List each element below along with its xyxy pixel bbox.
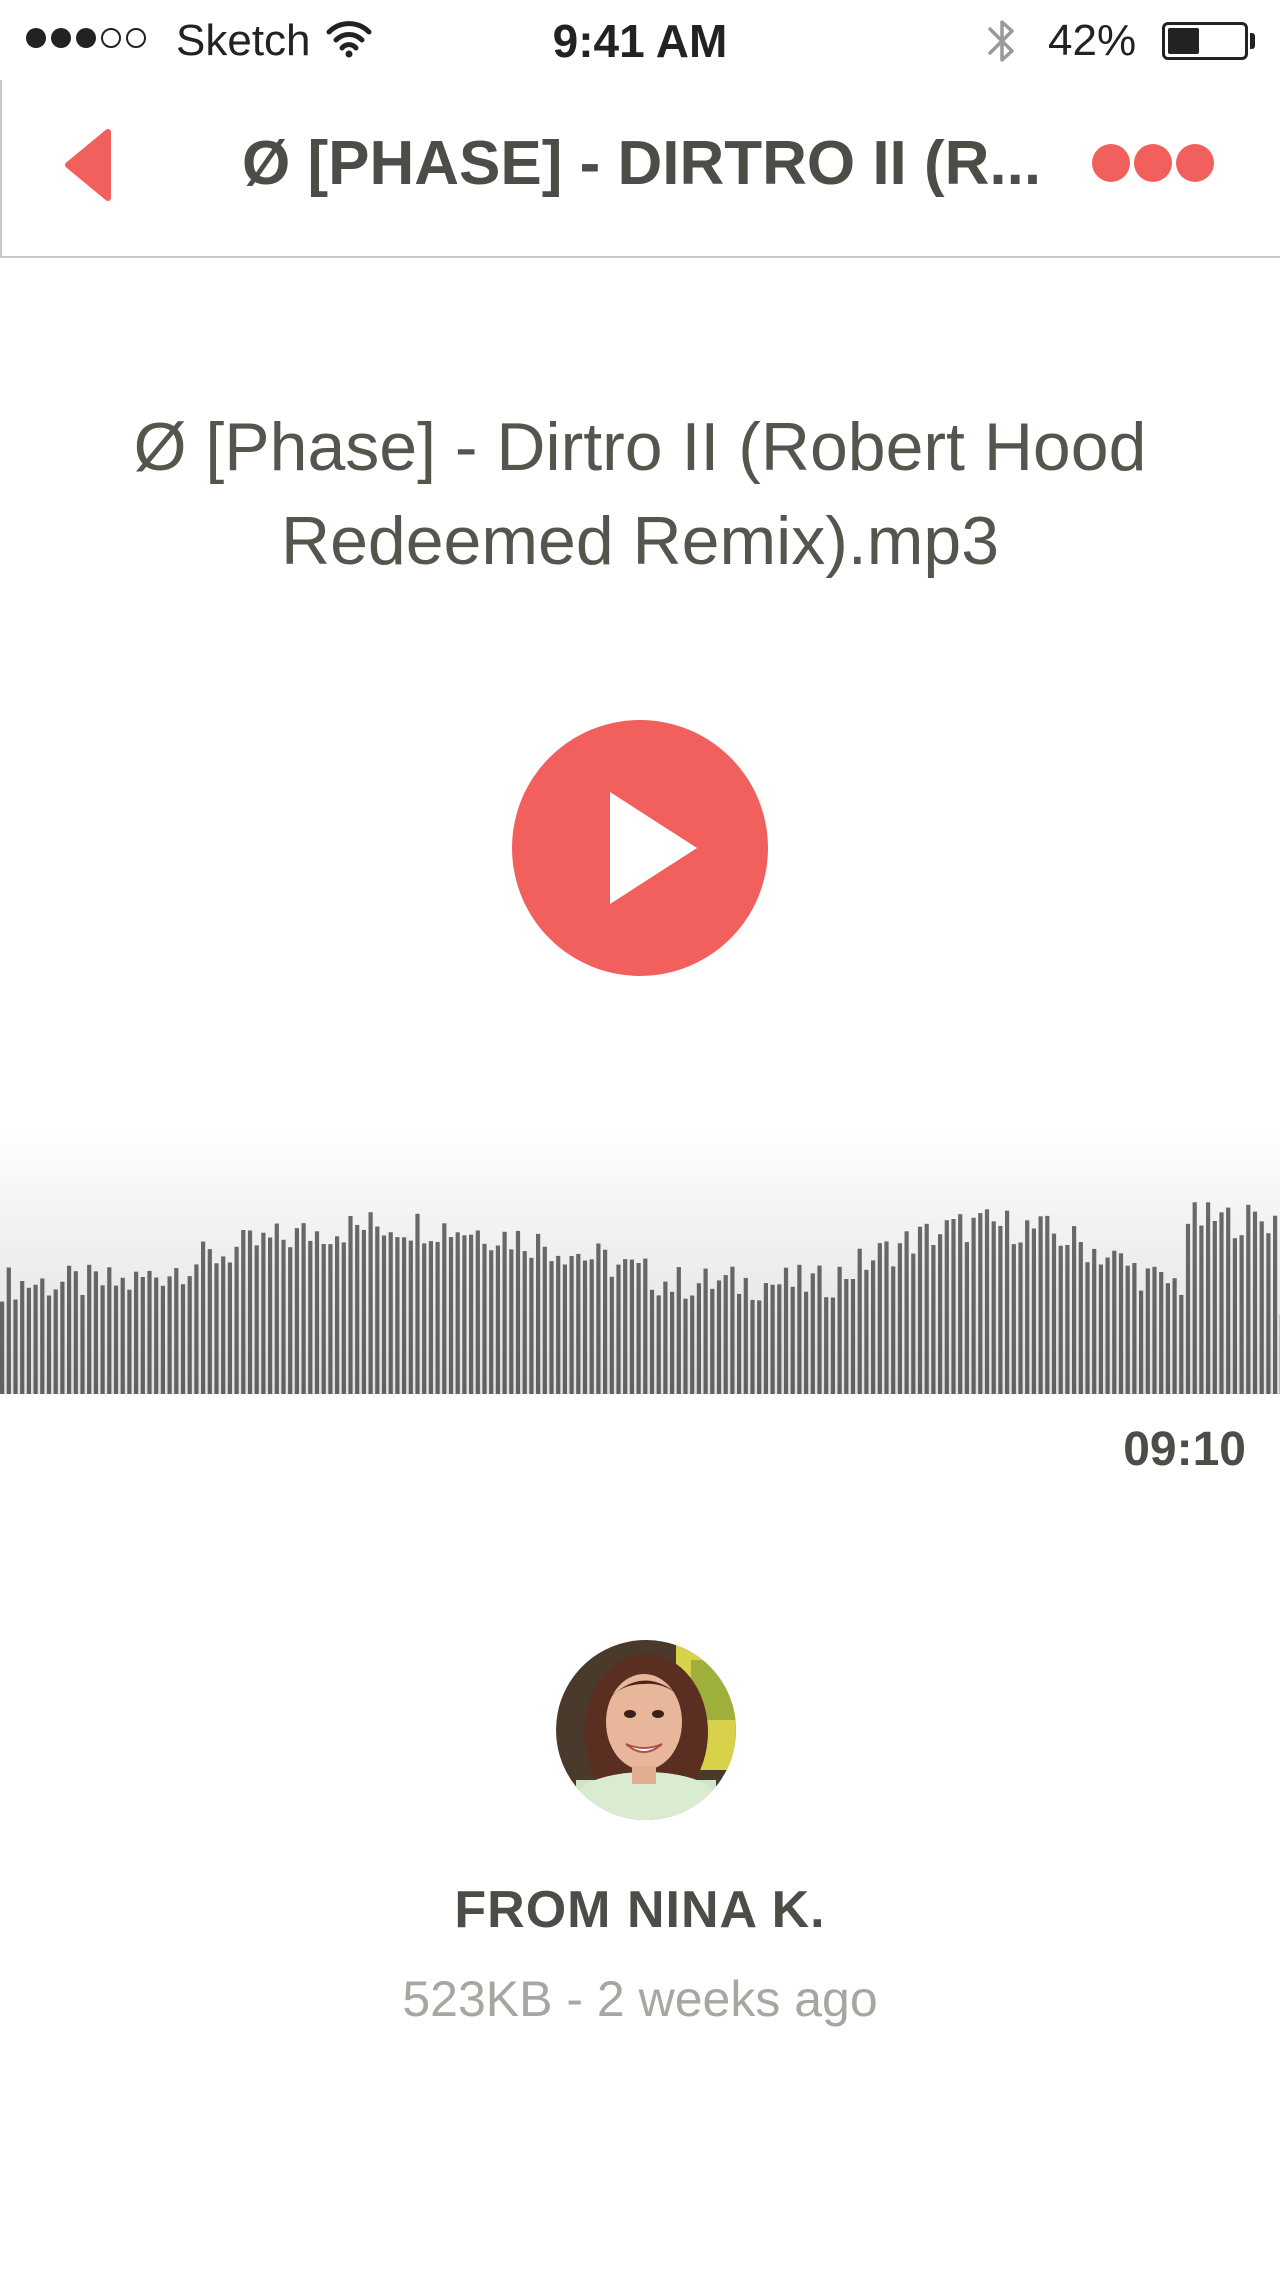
battery-fill <box>1168 28 1199 54</box>
battery-tip <box>1250 33 1255 49</box>
chevron-left-icon <box>65 129 111 201</box>
sender-name: FROM NINA K. <box>454 1881 826 1939</box>
track-duration: 09:10 <box>1123 1423 1246 1476</box>
waveform-shade <box>0 1130 1280 1394</box>
bluetooth-icon <box>984 14 1020 73</box>
more-dots-icon <box>1092 144 1130 182</box>
nav-title: Ø [PHASE] - DIRTRO II (R... <box>242 129 1042 198</box>
play-icon <box>610 792 697 904</box>
play-button[interactable] <box>512 720 768 976</box>
battery-icon <box>1162 22 1248 60</box>
waveform-scrubber[interactable] <box>0 1130 1280 1394</box>
track-title-line-1: Ø [Phase] - Dirtro II (Robert Hood <box>133 409 1147 485</box>
status-bar: Sketch 9:41 AM 42% <box>0 0 1280 80</box>
track-title: Ø [Phase] - Dirtro II (Robert Hood Redee… <box>80 400 1200 588</box>
file-meta: 523KB - 2 weeks ago <box>402 1971 878 2027</box>
more-dots-icon <box>1176 144 1214 182</box>
avatar <box>556 1640 736 1820</box>
track-title-line-2: Redeemed Remix).mp3 <box>280 503 1000 579</box>
back-button[interactable] <box>58 122 128 208</box>
more-button[interactable] <box>1092 144 1214 182</box>
battery-percent: 42% <box>1048 16 1137 65</box>
navigation-bar: Ø [PHASE] - DIRTRO II (R... <box>0 80 1280 258</box>
audio-file-screen: Sketch 9:41 AM 42% Ø [PHASE] - DIRTRO II… <box>0 0 1280 2272</box>
more-dots-icon <box>1134 144 1172 182</box>
